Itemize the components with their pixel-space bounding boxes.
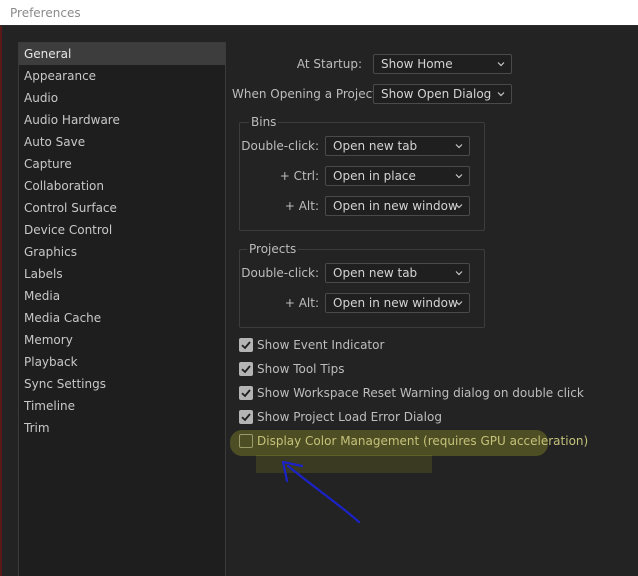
sidebar-item-collaboration[interactable]: Collaboration	[19, 175, 225, 197]
show-tool-tips-checkbox[interactable]	[239, 362, 253, 376]
window-title-bar: Preferences	[0, 0, 638, 26]
sidebar-item-audio[interactable]: Audio	[19, 87, 225, 109]
checkmark-icon	[241, 341, 251, 350]
sidebar-item-appearance[interactable]: Appearance	[19, 65, 225, 87]
projects-alt-dropdown[interactable]: Open in new window	[325, 293, 470, 313]
preferences-category-list: General Appearance Audio Audio Hardware …	[18, 42, 226, 576]
projects-alt-value: Open in new window	[333, 296, 458, 310]
sidebar-item-audio-hardware[interactable]: Audio Hardware	[19, 109, 225, 131]
sidebar-item-media[interactable]: Media	[19, 285, 225, 307]
sidebar-item-capture[interactable]: Capture	[19, 153, 225, 175]
sidebar-item-general[interactable]: General	[19, 43, 225, 65]
highlight-mark-secondary	[256, 455, 432, 473]
projects-double-click-dropdown[interactable]: Open new tab	[325, 263, 470, 283]
projects-group	[239, 249, 485, 328]
display-color-management-checkbox[interactable]	[239, 434, 253, 448]
bins-double-click-label: Double-click:	[241, 139, 319, 153]
opening-project-dropdown-value: Show Open Dialog	[381, 87, 492, 101]
bins-alt-dropdown[interactable]: Open in new window	[325, 196, 470, 216]
sidebar-item-sync-settings[interactable]: Sync Settings	[19, 373, 225, 395]
bins-ctrl-label: + Ctrl:	[279, 169, 319, 183]
bins-double-click-value: Open new tab	[333, 139, 418, 153]
show-workspace-reset-warning-option[interactable]: Show Workspace Reset Warning dialog on d…	[239, 385, 619, 403]
bins-alt-value: Open in new window	[333, 199, 458, 213]
projects-group-title: Projects	[247, 241, 299, 257]
projects-alt-label: + Alt:	[284, 296, 319, 310]
show-workspace-reset-warning-label: Show Workspace Reset Warning dialog on d…	[257, 386, 584, 400]
bins-alt-label: + Alt:	[284, 199, 319, 213]
sidebar-item-memory[interactable]: Memory	[19, 329, 225, 351]
sidebar-item-timeline[interactable]: Timeline	[19, 395, 225, 417]
display-color-management-label: Display Color Management (requires GPU a…	[257, 434, 589, 448]
chevron-down-icon	[455, 204, 463, 209]
sidebar-item-graphics[interactable]: Graphics	[19, 241, 225, 263]
show-project-load-error-checkbox[interactable]	[239, 410, 253, 424]
projects-double-click-label: Double-click:	[241, 266, 319, 280]
show-workspace-reset-warning-checkbox[interactable]	[239, 386, 253, 400]
opening-project-label: When Opening a Project:	[232, 87, 381, 101]
chevron-down-icon	[497, 62, 505, 67]
show-event-indicator-label: Show Event Indicator	[257, 338, 385, 352]
sidebar-item-control-surface[interactable]: Control Surface	[19, 197, 225, 219]
bins-ctrl-dropdown[interactable]: Open in place	[325, 166, 470, 186]
sidebar-item-media-cache[interactable]: Media Cache	[19, 307, 225, 329]
show-project-load-error-option[interactable]: Show Project Load Error Dialog	[239, 409, 539, 427]
bins-double-click-dropdown[interactable]: Open new tab	[325, 136, 470, 156]
window-edge	[0, 26, 2, 576]
show-tool-tips-option[interactable]: Show Tool Tips	[239, 361, 499, 379]
startup-dropdown-value: Show Home	[381, 57, 453, 71]
chevron-down-icon	[455, 271, 463, 276]
bins-group-title: Bins	[249, 114, 279, 130]
sidebar-item-labels[interactable]: Labels	[19, 263, 225, 285]
sidebar-item-trim[interactable]: Trim	[19, 417, 225, 439]
sidebar-item-playback[interactable]: Playback	[19, 351, 225, 373]
display-color-management-option[interactable]: Display Color Management (requires GPU a…	[239, 433, 619, 451]
checkmark-icon	[241, 413, 251, 422]
sidebar-item-auto-save[interactable]: Auto Save	[19, 131, 225, 153]
startup-dropdown[interactable]: Show Home	[373, 54, 512, 74]
chevron-down-icon	[497, 92, 505, 97]
sidebar-item-device-control[interactable]: Device Control	[19, 219, 225, 241]
checkmark-icon	[241, 389, 251, 398]
opening-project-dropdown[interactable]: Show Open Dialog	[373, 84, 512, 104]
chevron-down-icon	[455, 301, 463, 306]
chevron-down-icon	[455, 144, 463, 149]
chevron-down-icon	[455, 174, 463, 179]
projects-double-click-value: Open new tab	[333, 266, 418, 280]
startup-label: At Startup:	[296, 57, 362, 71]
bins-ctrl-value: Open in place	[333, 169, 416, 183]
show-event-indicator-checkbox[interactable]	[239, 338, 253, 352]
show-project-load-error-label: Show Project Load Error Dialog	[257, 410, 442, 424]
show-tool-tips-label: Show Tool Tips	[257, 362, 345, 376]
show-event-indicator-option[interactable]: Show Event Indicator	[239, 337, 499, 355]
window-title: Preferences	[10, 6, 81, 20]
checkmark-icon	[241, 365, 251, 374]
